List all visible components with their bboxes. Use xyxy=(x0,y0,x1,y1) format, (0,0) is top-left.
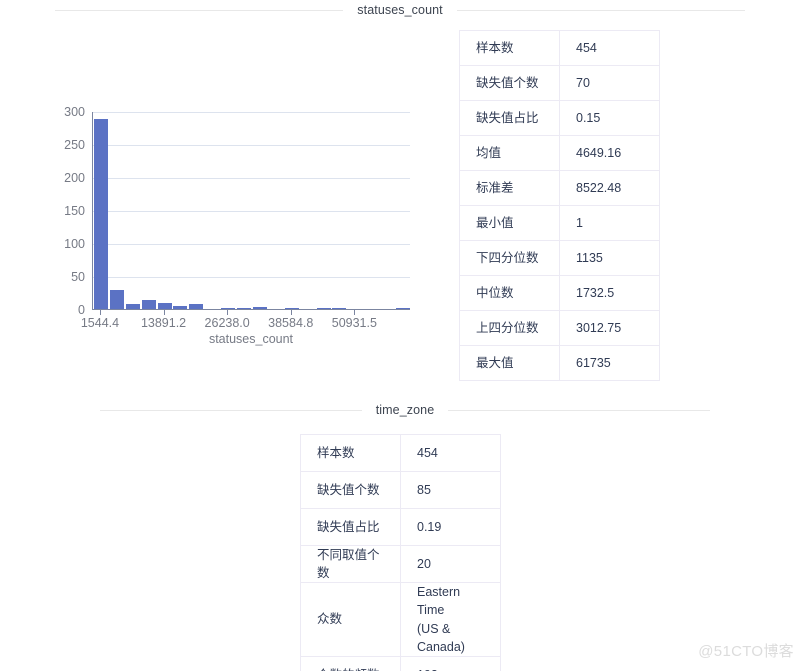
table-row: 缺失值占比 0.19 xyxy=(300,508,501,546)
watermark: @51CTO博客 xyxy=(698,643,794,660)
stat-value: Eastern Time (US & Canada) xyxy=(400,582,501,657)
stat-label: 缺失值占比 xyxy=(459,100,560,136)
table-row: 上四分位数 3012.75 xyxy=(459,310,660,346)
stat-value: 0.15 xyxy=(559,100,660,136)
stat-label: 均值 xyxy=(459,135,560,171)
table-row: 中位数 1732.5 xyxy=(459,275,660,311)
chart-plot-area: 0 50 100 150 200 250 300 1544.4 13891.2 26238.0 3… xyxy=(64,105,411,330)
table-row: 最大值 61735 xyxy=(459,345,660,381)
section-title: statuses_count xyxy=(357,3,443,17)
stat-value: 4649.16 xyxy=(559,135,660,171)
stats-table-statuses-count: 样本数 454 缺失值个数 70 缺失值占比 0.15 均值 4649.16 标准差 8522.4… xyxy=(459,30,660,381)
x-axis-tick-mark xyxy=(354,310,356,315)
table-row: 缺失值个数 85 xyxy=(300,471,501,509)
x-axis-tick-mark xyxy=(290,310,292,315)
stat-value: 70 xyxy=(559,65,660,101)
stats-table-time-zone: 样本数 454 缺失值个数 85 缺失值占比 0.19 不同取值个数 20 众数 Eastern … xyxy=(300,434,501,671)
y-axis-tick-label: 0 xyxy=(78,303,85,317)
x-axis-title: statuses_count xyxy=(208,332,294,346)
x-axis-tick-mark xyxy=(163,310,165,315)
stat-value: 85 xyxy=(400,471,501,509)
stat-label: 最小值 xyxy=(459,205,560,241)
y-axis-tick-label: 300 xyxy=(64,105,85,119)
stat-label: 缺失值占比 xyxy=(300,508,401,546)
table-row: 最小值 1 xyxy=(459,205,660,241)
stat-value: 454 xyxy=(400,434,501,472)
x-axis-tick-label: 13891.2 xyxy=(140,316,187,330)
histogram-bar xyxy=(93,118,108,309)
y-axis-tick-label: 150 xyxy=(64,204,85,218)
report-page: statuses_count 0 50 100 150 200 250 300 1544.4… xyxy=(0,0,802,671)
table-row: 缺失值占比 0.15 xyxy=(459,100,660,136)
x-axis-tick-label: 50931.5 xyxy=(331,316,377,330)
bar-series xyxy=(93,112,411,309)
table-row: 下四分位数 1135 xyxy=(459,240,660,276)
x-axis-tick-label: 38584.8 xyxy=(268,316,314,330)
y-axis-tick-label: 200 xyxy=(64,171,85,185)
stat-label: 缺失值个数 xyxy=(459,65,560,101)
stat-value: 3012.75 xyxy=(559,310,660,346)
stat-label: 不同取值个数 xyxy=(300,544,401,584)
x-axis-tick-label: 26238.0 xyxy=(204,316,250,330)
x-axis-tick-mark xyxy=(99,310,101,315)
stat-label: 标准差 xyxy=(459,170,560,206)
y-axis-tick-label: 50 xyxy=(71,270,85,284)
stat-value: 20 xyxy=(400,544,501,584)
divider-right xyxy=(456,9,746,11)
x-axis-tick-label: 1544.4 xyxy=(80,316,120,330)
section-title: time_zone xyxy=(375,403,435,417)
stat-label: 最大值 xyxy=(459,345,560,381)
x-axis-line xyxy=(92,309,410,310)
stat-label: 众数 xyxy=(300,582,401,657)
stat-label: 众数的频数 xyxy=(300,655,401,671)
stat-label: 中位数 xyxy=(459,275,560,311)
stat-label: 下四分位数 xyxy=(459,240,560,276)
stat-value: 1732.5 xyxy=(559,275,660,311)
histogram-bar xyxy=(141,300,156,309)
stat-value: 192 xyxy=(400,655,501,671)
y-axis-line xyxy=(92,112,93,310)
x-axis-tick-mark xyxy=(227,310,229,315)
histogram-statuses-count: 0 50 100 150 200 250 300 1544.4 13891.2 26238.0 3… xyxy=(50,100,425,355)
stat-value: 454 xyxy=(559,30,660,66)
section-header-time-zone: time_zone xyxy=(100,400,711,420)
table-row: 众数的频数192 xyxy=(300,655,501,671)
stat-value: 1135 xyxy=(559,240,660,276)
stat-label: 缺失值个数 xyxy=(300,471,401,509)
section-header-statuses-count: statuses_count xyxy=(55,0,746,20)
stat-label: 样本数 xyxy=(300,434,401,472)
table-row: 缺失值个数 70 xyxy=(459,65,660,101)
divider-left xyxy=(100,409,362,411)
table-row: 标准差 8522.48 xyxy=(459,170,660,206)
table-row: 均值 4649.16 xyxy=(459,135,660,171)
stat-label: 样本数 xyxy=(459,30,560,66)
table-row: 样本数 454 xyxy=(300,434,501,472)
stat-value: 0.19 xyxy=(400,508,501,546)
histogram-bar xyxy=(109,289,124,309)
stat-label: 上四分位数 xyxy=(459,310,560,346)
divider-left xyxy=(55,9,344,11)
stat-value: 8522.48 xyxy=(559,170,660,206)
stat-value: 1 xyxy=(559,205,660,241)
y-axis-tick-label: 100 xyxy=(64,237,85,251)
divider-right xyxy=(448,409,711,411)
y-axis-tick-label: 250 xyxy=(64,138,85,152)
table-row: 众数 Eastern Time (US & Canada) xyxy=(300,582,501,657)
stat-value: 61735 xyxy=(559,345,660,381)
table-row: 不同取值个数 20 xyxy=(300,544,501,584)
table-row: 样本数 454 xyxy=(459,30,660,66)
